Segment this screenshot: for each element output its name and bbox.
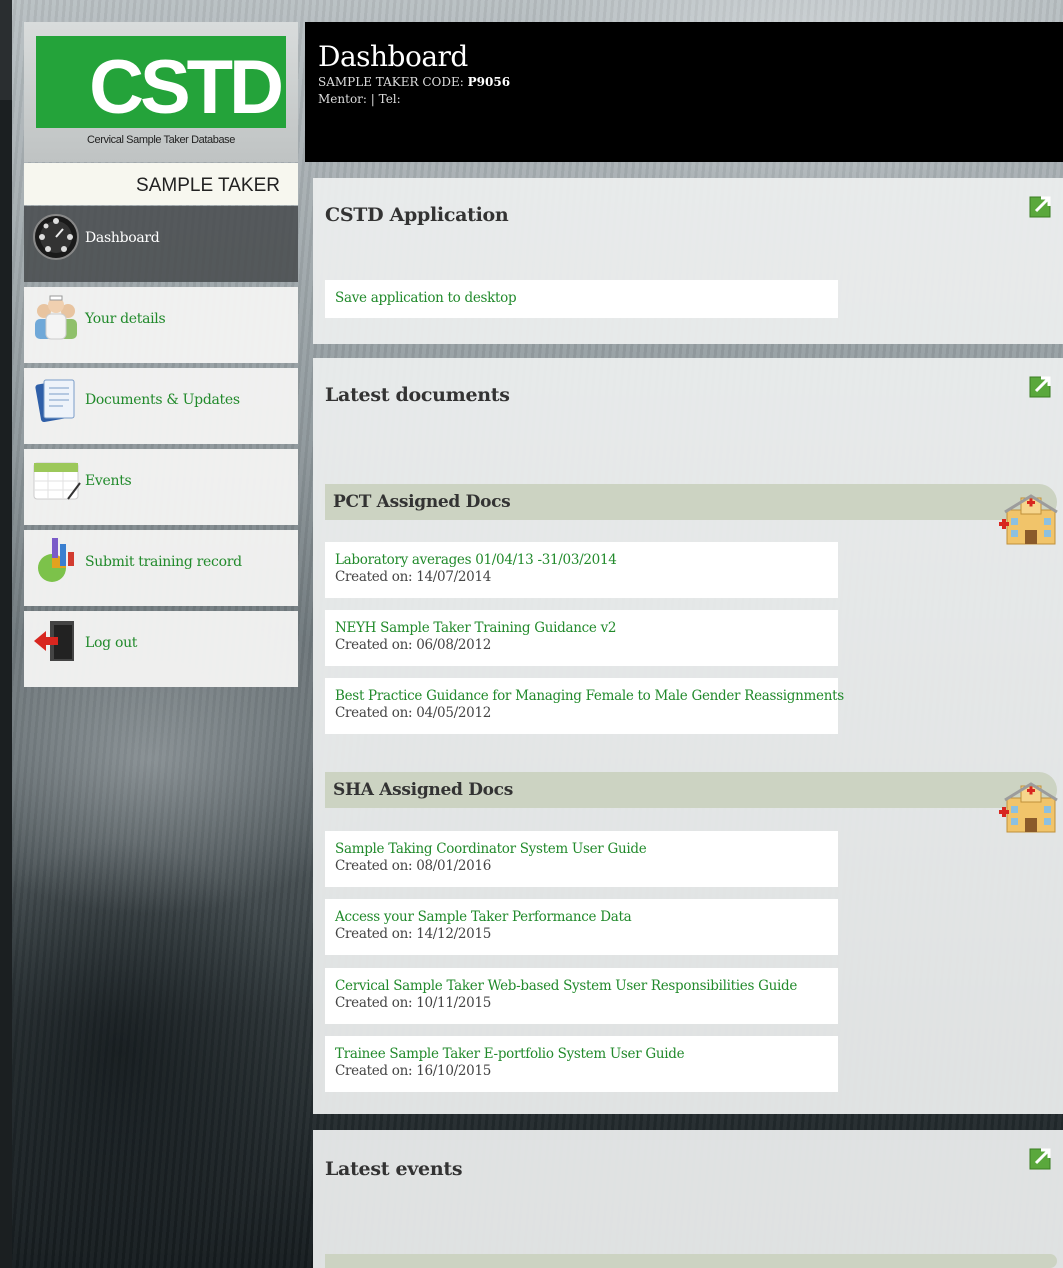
document-card: Access your Sample Taker Performance Dat… — [325, 899, 838, 955]
sidebar-item-label: Your details — [85, 311, 166, 327]
save-application-card: Save application to desktop — [325, 280, 838, 318]
mentor-line: Mentor: | Tel: — [318, 92, 401, 106]
application-panel: CSTD Application Save application to des… — [313, 178, 1063, 344]
latest-events-panel: Latest events — [313, 1130, 1063, 1268]
sidebar-item-your-details[interactable]: Your details — [24, 287, 298, 363]
document-card: Best Practice Guidance for Managing Fema… — [325, 678, 844, 734]
document-link[interactable]: Cervical Sample Taker Web-based System U… — [335, 978, 828, 994]
sidebar-item-log-out[interactable]: Log out — [24, 611, 298, 687]
window-left-edge-top — [0, 0, 12, 100]
page-header: Dashboard SAMPLE TAKER CODE: P9056 Mento… — [305, 22, 1063, 162]
document-created-date: Created on: 08/01/2016 — [335, 858, 492, 874]
document-card: NEYH Sample Taker Training Guidance v2 C… — [325, 610, 838, 666]
sample-taker-code-value: P9056 — [467, 75, 511, 89]
sidebar-item-submit-training-record[interactable]: Submit training record — [24, 530, 298, 606]
document-created-date: Created on: 14/07/2014 — [335, 569, 492, 585]
document-card: Laboratory averages 01/04/13 -31/03/2014… — [325, 542, 838, 598]
logo-subtitle: Cervical Sample Taker Database — [87, 134, 235, 146]
document-created-date: Created on: 06/08/2012 — [335, 637, 492, 653]
document-link[interactable]: Access your Sample Taker Performance Dat… — [335, 909, 828, 925]
dashboard-icon — [33, 214, 79, 260]
expand-icon[interactable] — [1029, 193, 1055, 219]
sidebar-item-label: Submit training record — [85, 554, 242, 570]
sidebar-item-label: Dashboard — [85, 230, 160, 246]
documents-panel-title: Latest documents — [325, 384, 510, 406]
document-created-date: Created on: 16/10/2015 — [335, 1063, 492, 1079]
save-application-link[interactable]: Save application to desktop — [335, 290, 828, 306]
logo-text: CSTD — [89, 45, 284, 130]
sidebar-item-dashboard[interactable]: Dashboard — [24, 206, 298, 282]
document-link[interactable]: Laboratory averages 01/04/13 -31/03/2014 — [335, 552, 828, 568]
sidebar-item-documents-updates[interactable]: Documents & Updates — [24, 368, 298, 444]
group-pct-assigned-docs: PCT Assigned Docs — [325, 484, 1057, 520]
window-left-edge — [0, 0, 12, 1268]
sample-taker-code: SAMPLE TAKER CODE: P9056 — [318, 75, 510, 89]
application-panel-title: CSTD Application — [325, 204, 509, 226]
expand-icon[interactable] — [1029, 1145, 1055, 1171]
sample-taker-code-label: SAMPLE TAKER CODE: — [318, 75, 464, 89]
events-group-bar — [325, 1254, 1057, 1268]
group-sha-assigned-docs: SHA Assigned Docs — [325, 772, 1057, 808]
group-label: SHA Assigned Docs — [333, 780, 514, 800]
document-card: Cervical Sample Taker Web-based System U… — [325, 968, 838, 1024]
document-card: Sample Taking Coordinator System User Gu… — [325, 831, 838, 887]
document-link[interactable]: Trainee Sample Taker E-portfolio System … — [335, 1046, 828, 1062]
events-panel-title: Latest events — [325, 1158, 463, 1180]
latest-documents-panel: Latest documents PCT Assigned Docs Labor… — [313, 358, 1063, 1114]
calendar-icon — [33, 462, 81, 500]
document-card: Trainee Sample Taker E-portfolio System … — [325, 1036, 838, 1092]
group-label: PCT Assigned Docs — [333, 492, 511, 512]
document-link[interactable]: Sample Taking Coordinator System User Gu… — [335, 841, 828, 857]
documents-icon — [35, 379, 75, 423]
page-title: Dashboard — [318, 40, 468, 73]
logo-panel[interactable]: CSTD Cervical Sample Taker Database — [24, 22, 298, 162]
expand-icon[interactable] — [1029, 373, 1055, 399]
document-created-date: Created on: 14/12/2015 — [335, 926, 492, 942]
sidebar-item-label: Log out — [85, 635, 138, 651]
role-label: SAMPLE TAKER — [24, 163, 298, 205]
hospital-icon — [999, 782, 1058, 833]
document-link[interactable]: NEYH Sample Taker Training Guidance v2 — [335, 620, 828, 636]
document-created-date: Created on: 10/11/2015 — [335, 995, 492, 1011]
document-link[interactable]: Best Practice Guidance for Managing Fema… — [335, 688, 844, 704]
sidebar-item-label: Documents & Updates — [85, 392, 240, 408]
chart-icon — [38, 538, 74, 582]
logout-door-icon — [34, 621, 74, 661]
hospital-icon — [999, 494, 1058, 545]
cstd-logo: CSTD — [36, 36, 286, 128]
sidebar-item-label: Events — [85, 473, 132, 489]
document-created-date: Created on: 04/05/2012 — [335, 705, 492, 721]
sidebar-item-events[interactable]: Events — [24, 449, 298, 525]
people-icon — [35, 295, 77, 340]
